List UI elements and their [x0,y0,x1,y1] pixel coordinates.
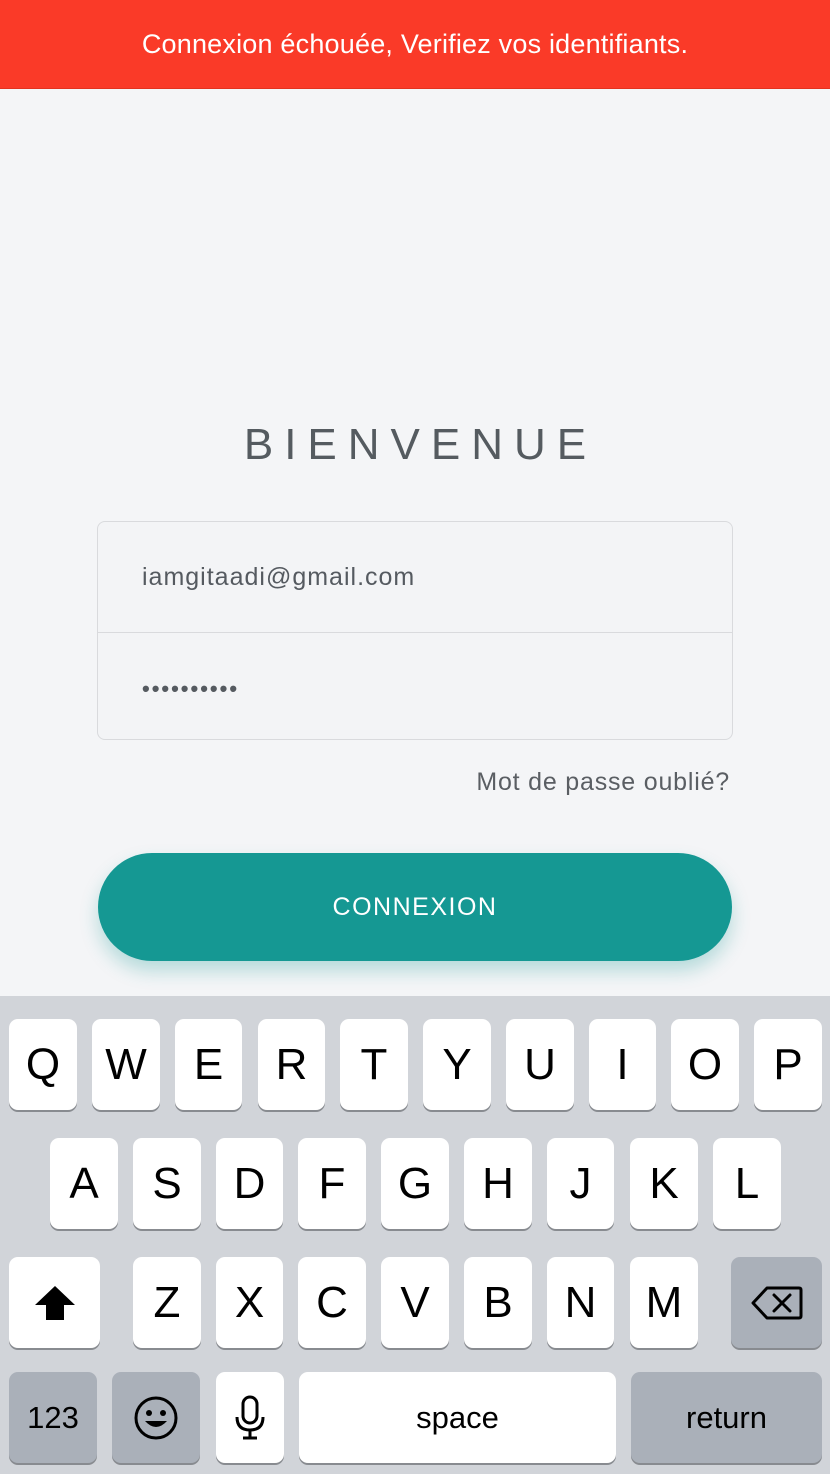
key-s[interactable]: S [133,1138,201,1229]
keyboard: Q W E R T Y U I O P A S D F G H J K L Z … [0,996,830,1474]
key-a[interactable]: A [50,1138,118,1229]
key-f[interactable]: F [298,1138,366,1229]
key-p[interactable]: P [754,1019,822,1110]
email-value: iamgitaadi@gmail.com [142,562,416,591]
space-key[interactable]: space [299,1372,616,1463]
key-j[interactable]: J [547,1138,614,1229]
forgot-password-link[interactable]: Mot de passe oublié? [476,768,730,797]
key-g[interactable]: G [381,1138,449,1229]
backspace-icon [751,1285,803,1321]
key-e[interactable]: E [175,1019,242,1110]
error-message: Connexion échouée, Verifiez vos identifi… [141,28,689,59]
shift-icon [33,1284,77,1322]
key-b[interactable]: B [464,1257,532,1348]
key-v[interactable]: V [381,1257,449,1348]
key-m[interactable]: M [630,1257,698,1348]
login-form: iamgitaadi@gmail.com •••••••••• [97,521,733,740]
numbers-key[interactable]: 123 [9,1372,97,1463]
error-banner: Connexion échouée, Verifiez vos identifi… [0,0,830,89]
email-field[interactable]: iamgitaadi@gmail.com [98,522,732,632]
key-d[interactable]: D [216,1138,283,1229]
emoji-icon [133,1395,179,1441]
shift-key[interactable] [9,1257,100,1348]
backspace-key[interactable] [731,1257,822,1348]
key-c[interactable]: C [298,1257,366,1348]
key-z[interactable]: Z [133,1257,201,1348]
key-i[interactable]: I [589,1019,656,1110]
password-value: •••••••••• [142,675,240,701]
key-q[interactable]: Q [9,1019,77,1110]
key-w[interactable]: W [92,1019,160,1110]
key-t[interactable]: T [340,1019,408,1110]
key-h[interactable]: H [464,1138,532,1229]
emoji-key[interactable] [112,1372,200,1463]
key-y[interactable]: Y [423,1019,491,1110]
welcome-title: BIENVENUE [243,420,598,469]
microphone-key[interactable] [216,1372,284,1463]
key-r[interactable]: R [258,1019,325,1110]
key-x[interactable]: X [216,1257,283,1348]
key-k[interactable]: K [630,1138,698,1229]
connexion-button-label: CONNEXION [332,892,498,921]
key-l[interactable]: L [713,1138,781,1229]
return-key[interactable]: return [631,1372,822,1463]
password-field[interactable]: •••••••••• [98,632,732,739]
key-o[interactable]: O [671,1019,739,1110]
microphone-icon [234,1395,266,1441]
key-u[interactable]: U [506,1019,574,1110]
key-n[interactable]: N [547,1257,614,1348]
connexion-button[interactable]: CONNEXION [98,853,732,961]
